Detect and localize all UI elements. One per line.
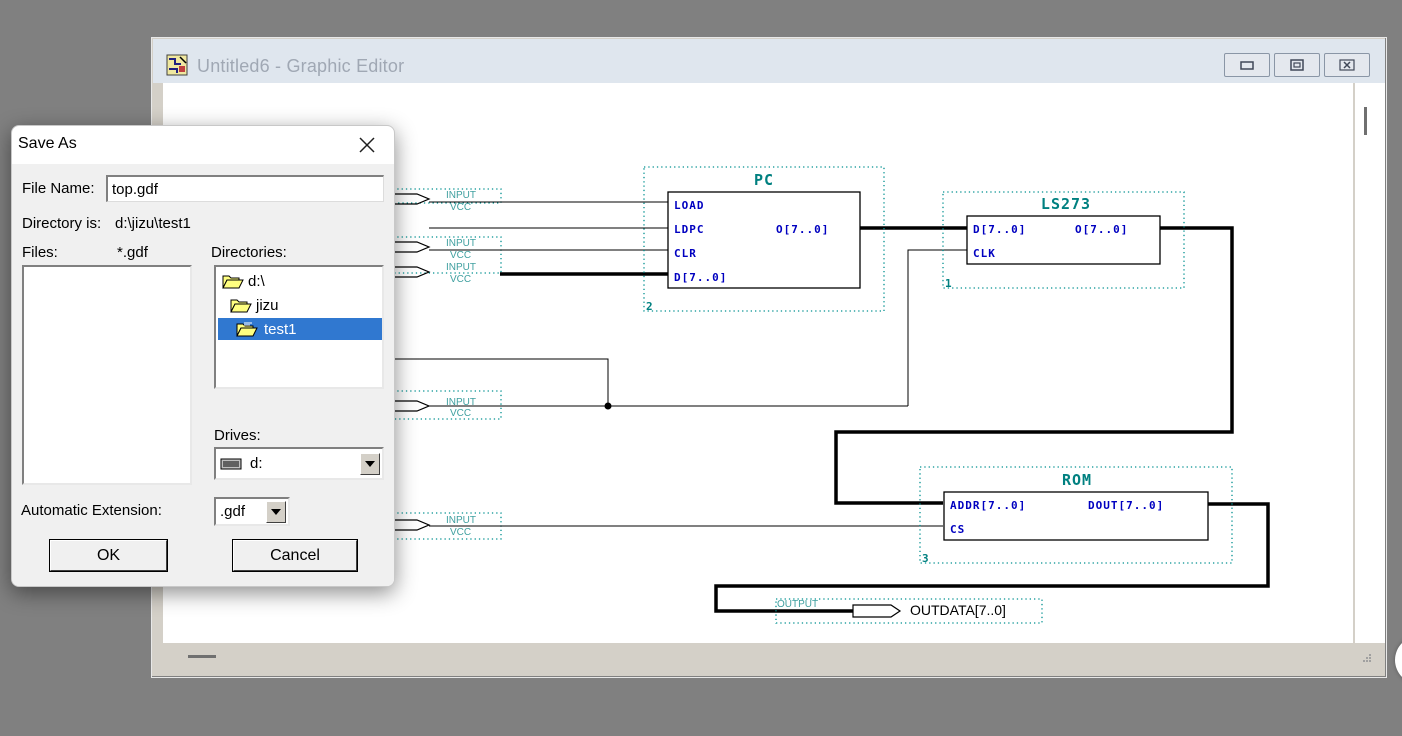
svg-text:VCC: VCC <box>450 274 471 285</box>
directory-item-jizu[interactable]: jizu <box>218 294 279 316</box>
svg-text:VCC: VCC <box>450 202 471 213</box>
open-folder-icon <box>236 322 258 337</box>
svg-text:LOAD: LOAD <box>674 199 705 212</box>
close-icon <box>1339 59 1355 71</box>
drives-label: Drives: <box>214 427 261 444</box>
svg-text:LS273: LS273 <box>1041 195 1091 213</box>
svg-text:1: 1 <box>945 277 952 290</box>
svg-text:D[7..0]: D[7..0] <box>973 223 1026 236</box>
svg-text:VCC: VCC <box>450 250 471 261</box>
graphic-editor-app-icon <box>166 54 188 76</box>
auto-extension-dropdown-button[interactable] <box>266 501 286 523</box>
files-label: Files: <box>22 244 58 261</box>
editor-titlebar[interactable]: Untitled6 - Graphic Editor <box>153 39 1385 83</box>
block-rom[interactable]: ROM ADDR[7..0] CS DOUT[7..0] 3 <box>919 466 1233 565</box>
cancel-button[interactable]: Cancel <box>232 539 358 572</box>
svg-text:ROM: ROM <box>1062 471 1092 489</box>
drive-value: d: <box>250 455 263 472</box>
svg-text:O[7..0]: O[7..0] <box>1075 223 1128 236</box>
svg-text:INPUT: INPUT <box>446 238 476 249</box>
open-folder-icon <box>230 299 252 313</box>
files-list[interactable] <box>22 265 192 485</box>
drives-dropdown-button[interactable] <box>360 453 380 475</box>
svg-text:VCC: VCC <box>450 527 471 538</box>
resize-grip-icon[interactable] <box>1360 653 1372 665</box>
directory-label: Directory is: <box>22 215 102 232</box>
open-folder-icon <box>222 275 244 289</box>
svg-text:3: 3 <box>922 552 929 565</box>
svg-text:VCC: VCC <box>450 408 471 419</box>
svg-text:LDPC: LDPC <box>674 223 705 236</box>
svg-text:OUTDATA[7..0]: OUTDATA[7..0] <box>910 602 1006 618</box>
input-pin-4[interactable]: INPUT VCC <box>393 397 476 419</box>
auto-extension-value: .gdf <box>220 503 246 520</box>
svg-text:D[7..0]: D[7..0] <box>674 271 727 284</box>
minimize-icon <box>1240 61 1254 70</box>
directory-item-test1[interactable]: test1 <box>218 318 382 340</box>
svg-text:INPUT: INPUT <box>446 515 476 526</box>
input-pin-3[interactable]: INPUT VCC <box>393 262 476 285</box>
floating-circle-button[interactable] <box>1395 636 1402 684</box>
window-title: Untitled6 - Graphic Editor <box>197 56 405 76</box>
auto-extension-label: Automatic Extension: <box>21 502 162 519</box>
svg-text:DOUT[7..0]: DOUT[7..0] <box>1088 499 1164 512</box>
svg-text:O[7..0]: O[7..0] <box>776 223 829 236</box>
hard-drive-icon <box>220 458 242 470</box>
chevron-down-icon <box>365 461 375 467</box>
dialog-body: File Name: Directory is: d:\jizu\test1 F… <box>12 164 394 586</box>
svg-text:CLR: CLR <box>674 247 697 260</box>
directory-value: d:\jizu\test1 <box>115 215 191 232</box>
svg-text:OUTPUT: OUTPUT <box>777 599 818 610</box>
file-name-label: File Name: <box>22 180 95 197</box>
vertical-scroll-thumb[interactable] <box>1364 107 1367 135</box>
svg-text:CLK: CLK <box>973 247 996 260</box>
vertical-scrollbar[interactable] <box>1355 83 1385 643</box>
svg-text:INPUT: INPUT <box>446 262 476 273</box>
horizontal-scroll-thumb[interactable] <box>188 655 216 658</box>
chevron-down-icon <box>271 509 281 515</box>
save-as-dialog: Save As File Name: Directory is: d:\jizu… <box>11 125 395 587</box>
svg-text:ADDR[7..0]: ADDR[7..0] <box>950 499 1026 512</box>
drives-select[interactable]: d: <box>214 447 384 480</box>
junction-dot <box>604 402 612 410</box>
auto-extension-select[interactable]: .gdf <box>214 497 290 526</box>
file-name-input[interactable] <box>106 175 384 202</box>
directories-list[interactable]: d:\ jizu test1 <box>214 265 384 389</box>
directory-item-d[interactable]: d:\ <box>218 270 265 292</box>
ok-button[interactable]: OK <box>49 539 168 572</box>
restore-icon <box>1290 59 1304 71</box>
svg-text:2: 2 <box>646 300 653 313</box>
svg-text:INPUT: INPUT <box>446 190 476 201</box>
close-icon[interactable] <box>352 130 382 160</box>
svg-text:PC: PC <box>754 171 774 189</box>
svg-text:CS: CS <box>950 523 965 536</box>
block-ls273[interactable]: LS273 D[7..0] CLK O[7..0] 1 <box>942 191 1185 290</box>
block-pc[interactable]: PC LOAD LDPC CLR D[7..0] O[7..0] 2 <box>643 166 885 313</box>
files-filter: *.gdf <box>117 244 148 261</box>
dialog-title: Save As <box>18 135 77 152</box>
directories-label: Directories: <box>211 244 287 261</box>
minimize-button[interactable] <box>1224 53 1270 77</box>
restore-button[interactable] <box>1274 53 1320 77</box>
close-window-button[interactable] <box>1324 53 1370 77</box>
